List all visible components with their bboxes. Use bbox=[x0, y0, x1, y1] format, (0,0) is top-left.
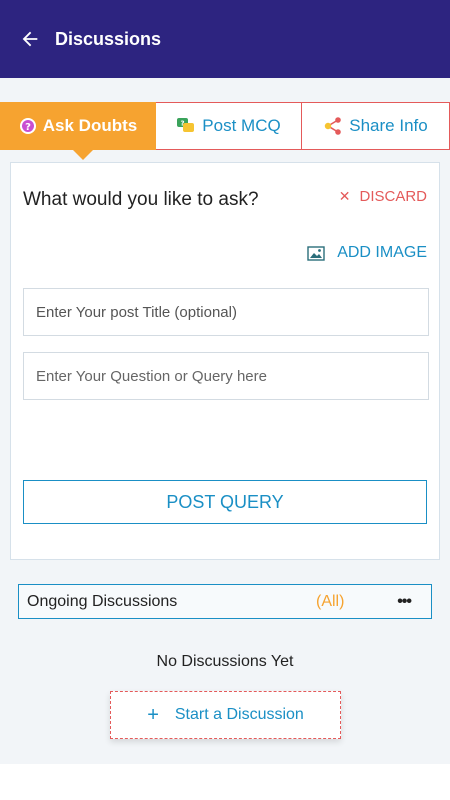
back-button[interactable] bbox=[0, 0, 60, 78]
ask-card: What would you like to ask? ✕ DISCARD AD… bbox=[10, 162, 440, 560]
add-image-button[interactable]: ADD IMAGE bbox=[307, 244, 427, 262]
svg-text:?: ? bbox=[181, 120, 185, 128]
tab-share-info[interactable]: Share Info bbox=[302, 102, 450, 150]
tab-label: Share Info bbox=[349, 116, 428, 135]
tab-post-mcq[interactable]: ? Post MCQ bbox=[156, 102, 302, 150]
post-title-field[interactable]: Enter Your post Title (optional) bbox=[23, 288, 429, 336]
filter-all-button[interactable]: (All) bbox=[316, 593, 344, 611]
chat-bubbles-icon: ? bbox=[176, 117, 196, 135]
question-query-field[interactable]: Enter Your Question or Query here bbox=[23, 352, 429, 400]
question-badge-icon: ? bbox=[19, 117, 37, 135]
discussion-content: ? Ask Doubts ? Post MCQ Share Info What … bbox=[0, 78, 450, 764]
discard-label: DISCARD bbox=[359, 188, 427, 205]
ask-heading: What would you like to ask? bbox=[23, 189, 259, 210]
discard-button[interactable]: ✕ DISCARD bbox=[339, 188, 427, 205]
tab-label: Post MCQ bbox=[202, 116, 281, 135]
empty-state-message: No Discussions Yet bbox=[156, 653, 294, 670]
start-discussion-button[interactable]: + Start a Discussion bbox=[110, 691, 341, 739]
page-title: Discussions bbox=[55, 28, 162, 49]
plus-icon: + bbox=[147, 703, 159, 726]
post-query-button[interactable]: POST QUERY bbox=[23, 480, 427, 524]
tab-label: Ask Doubts bbox=[42, 116, 138, 135]
share-icon bbox=[323, 117, 343, 135]
app-bar: Discussions bbox=[0, 0, 450, 78]
ongoing-discussions-bar: Ongoing Discussions (All) ••• bbox=[18, 584, 432, 619]
start-discussion-label: Start a Discussion bbox=[174, 706, 304, 723]
close-icon: ✕ bbox=[338, 188, 351, 204]
ongoing-label: Ongoing Discussions bbox=[27, 592, 178, 610]
image-icon bbox=[307, 245, 325, 261]
svg-text:?: ? bbox=[25, 122, 31, 133]
tab-ask-doubts[interactable]: ? Ask Doubts bbox=[0, 102, 156, 160]
discussion-tabs: ? Ask Doubts ? Post MCQ Share Info bbox=[0, 102, 450, 160]
more-options-icon[interactable]: ••• bbox=[397, 593, 412, 611]
add-image-label: ADD IMAGE bbox=[337, 244, 427, 261]
arrow-left-icon bbox=[22, 31, 38, 47]
